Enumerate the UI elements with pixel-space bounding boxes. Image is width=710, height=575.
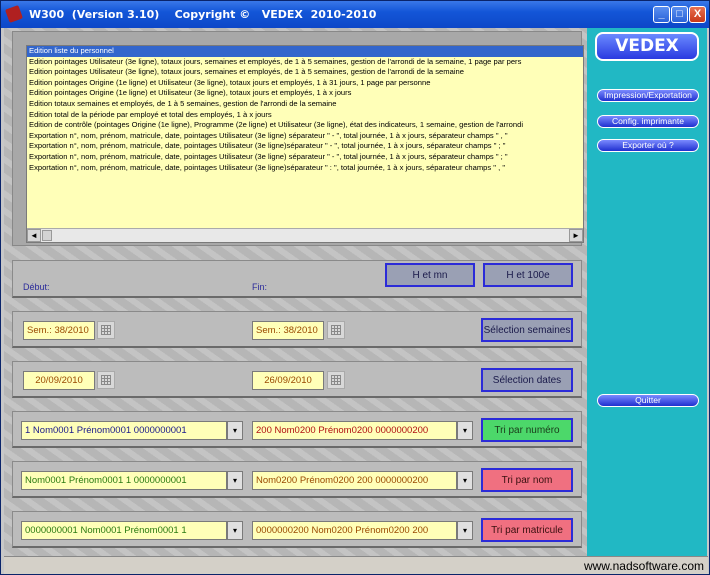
chevron-down-icon[interactable]: ▾: [227, 421, 243, 440]
select-dates-button[interactable]: Sélection dates: [481, 368, 573, 392]
start-week-field[interactable]: Sem.: 38/2010: [23, 321, 95, 340]
maximize-button[interactable]: □: [671, 6, 688, 23]
list-item[interactable]: Edition pointages Utilisateur (3e ligne)…: [27, 67, 583, 78]
quit-button[interactable]: Quitter: [597, 394, 699, 407]
main-panel: Edition liste du personnel Edition pointa…: [4, 28, 587, 556]
sort-number-band: 1 Nom0001 Prénom0001 0000000001 ▾ 200 No…: [12, 411, 582, 448]
website-label: www.nadsoftware.com: [583, 559, 704, 573]
scroll-left-arrow[interactable]: ◄: [27, 229, 41, 242]
to-employee-select[interactable]: Nom0200 Prénom0200 200 0000000200: [252, 471, 457, 490]
from-employee-select[interactable]: 0000000001 Nom0001 Prénom0001 1: [21, 521, 227, 540]
from-employee-select[interactable]: 1 Nom0001 Prénom0001 0000000001: [21, 421, 227, 440]
period-format-band: Début: Fin: H et mn H et 100e: [12, 260, 582, 298]
list-item[interactable]: Edition pointages Utilisateur (3e ligne)…: [27, 57, 583, 68]
debut-label: Début:: [23, 282, 50, 292]
list-item[interactable]: Exportation n°, nom, prénom, matricule, …: [27, 163, 583, 174]
hours-minutes-button[interactable]: H et mn: [385, 263, 475, 287]
app-window: W300 (Version 3.10) Copyright © VEDEX 20…: [0, 0, 710, 575]
calendar-icon[interactable]: [327, 321, 345, 339]
list-item[interactable]: Exportation n°, nom, prénom, matricule, …: [27, 131, 583, 142]
minimize-button[interactable]: _: [653, 6, 670, 23]
end-week-field[interactable]: Sem.: 38/2010: [252, 321, 324, 340]
window-title: W300 (Version 3.10) Copyright © VEDEX 20…: [29, 8, 377, 21]
list-item[interactable]: Edition total de la période par employé …: [27, 110, 583, 121]
sidebar: VEDEX Impression/Exportation Config. imp…: [587, 28, 707, 556]
from-employee-select[interactable]: Nom0001 Prénom0001 1 0000000001: [21, 471, 227, 490]
print-export-button[interactable]: Impression/Exportation: [597, 89, 699, 102]
chevron-down-icon[interactable]: ▾: [457, 421, 473, 440]
calendar-icon[interactable]: [97, 371, 115, 389]
app-icon[interactable]: [5, 5, 23, 23]
printer-config-button[interactable]: Config. imprimante: [597, 115, 699, 128]
to-employee-select[interactable]: 200 Nom0200 Prénom0200 0000000200: [252, 421, 457, 440]
vedex-logo: VEDEX: [595, 32, 699, 61]
status-bar: www.nadsoftware.com: [4, 556, 708, 574]
week-selection-band: Sem.: 38/2010 Sem.: 38/2010 Sélection se…: [12, 311, 582, 348]
chevron-down-icon[interactable]: ▾: [457, 521, 473, 540]
export-where-button[interactable]: Exporter où ?: [597, 139, 699, 152]
report-listbox[interactable]: Edition liste du personnel Edition pointa…: [26, 45, 584, 243]
to-employee-select[interactable]: 0000000200 Nom0200 Prénom0200 200: [252, 521, 457, 540]
sort-matricule-band: 0000000001 Nom0001 Prénom0001 1 ▾ 000000…: [12, 511, 582, 548]
scroll-thumb[interactable]: [42, 230, 52, 241]
list-item[interactable]: Edition de contrôle (pointages Origine (…: [27, 120, 583, 131]
scroll-right-arrow[interactable]: ►: [569, 229, 583, 242]
list-item[interactable]: Edition pointages Origine (1e ligne) et …: [27, 78, 583, 89]
list-item[interactable]: Exportation n°, nom, prénom, matricule, …: [27, 141, 583, 152]
end-date-field[interactable]: 26/09/2010: [252, 371, 324, 390]
close-button[interactable]: X: [689, 6, 706, 23]
list-item[interactable]: Exportation n°, nom, prénom, matricule, …: [27, 152, 583, 163]
select-weeks-button[interactable]: Sélection semaines: [481, 318, 573, 342]
sort-by-name-button[interactable]: Tri par nom: [481, 468, 573, 492]
chevron-down-icon[interactable]: ▾: [227, 521, 243, 540]
report-list-panel: Edition liste du personnel Edition pointa…: [12, 31, 584, 246]
sort-by-number-button[interactable]: Tri par numéro: [481, 418, 573, 442]
calendar-icon[interactable]: [327, 371, 345, 389]
fin-label: Fin:: [252, 282, 268, 292]
list-item[interactable]: Edition liste du personnel: [27, 46, 583, 57]
sort-by-matricule-button[interactable]: Tri par matricule: [481, 518, 573, 542]
calendar-icon[interactable]: [97, 321, 115, 339]
hours-hundredths-button[interactable]: H et 100e: [483, 263, 573, 287]
start-date-field[interactable]: 20/09/2010: [23, 371, 95, 390]
date-selection-band: 20/09/2010 26/09/2010 Sélection dates: [12, 361, 582, 398]
list-item[interactable]: Edition pointages Origine (1e ligne) et …: [27, 88, 583, 99]
title-bar: W300 (Version 3.10) Copyright © VEDEX 20…: [1, 1, 709, 28]
horizontal-scrollbar[interactable]: ◄ ►: [27, 228, 583, 242]
chevron-down-icon[interactable]: ▾: [457, 471, 473, 490]
chevron-down-icon[interactable]: ▾: [227, 471, 243, 490]
list-item[interactable]: Edition totaux semaines et employés, de …: [27, 99, 583, 110]
sort-name-band: Nom0001 Prénom0001 1 0000000001 ▾ Nom020…: [12, 461, 582, 498]
